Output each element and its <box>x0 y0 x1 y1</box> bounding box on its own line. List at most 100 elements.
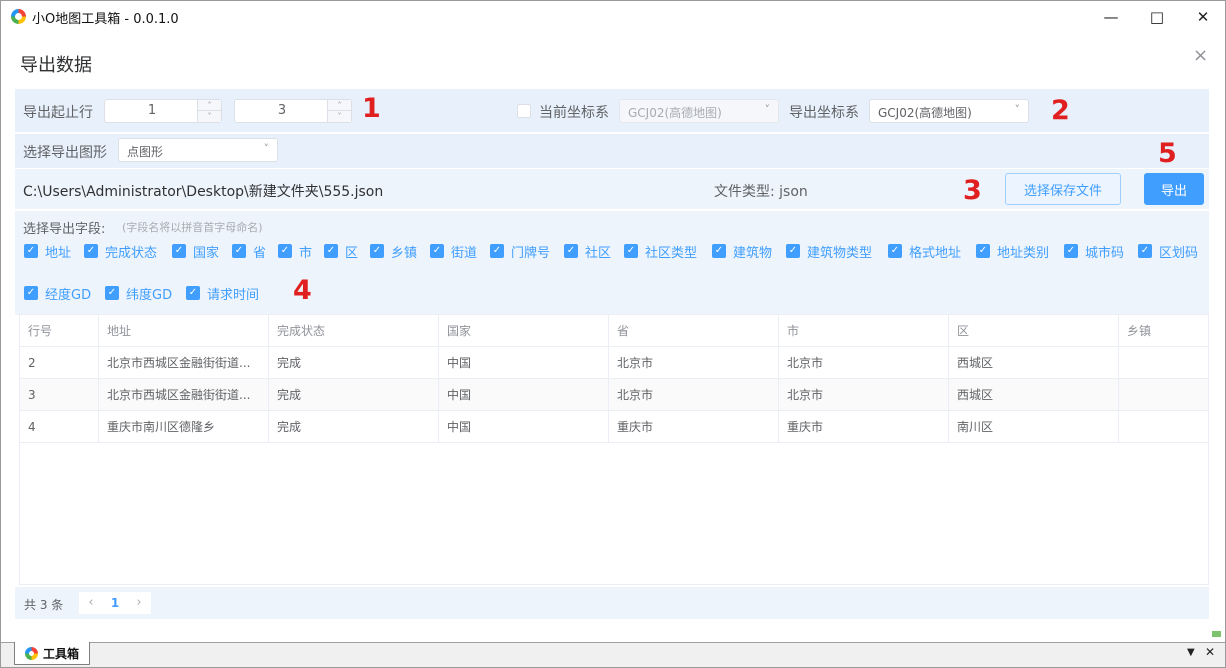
col-header-town[interactable]: 乡镇 <box>1119 315 1208 347</box>
table-row[interactable]: 4 重庆市南川区德隆乡 完成 中国 重庆市 重庆市 南川区 <box>20 411 1208 443</box>
maximize-button[interactable]: □ <box>1134 1 1180 32</box>
next-page-icon[interactable]: › <box>127 592 151 614</box>
field-label: 请求时间 <box>207 287 260 303</box>
table-cell: 中国 <box>439 347 609 379</box>
check-icon: ✓ <box>624 244 638 258</box>
export-button[interactable]: 导出 <box>1144 173 1204 205</box>
col-header-country[interactable]: 国家 <box>439 315 609 347</box>
choose-file-button[interactable]: 选择保存文件 <box>1005 173 1121 205</box>
field-checkbox-guojia[interactable]: ✓ 国家 <box>172 242 220 261</box>
field-checkbox-jiedao[interactable]: ✓ 街道 <box>430 242 477 261</box>
field-checkbox-chengshima[interactable]: ✓ 城市码 <box>1064 242 1124 261</box>
export-coord-select[interactable]: GCJ02(高德地图) ˅ <box>869 99 1029 123</box>
chevron-down-icon[interactable]: ˅ <box>198 111 221 122</box>
field-checkbox-shi[interactable]: ✓ 市 <box>278 242 312 261</box>
field-label: 社区 <box>585 245 612 261</box>
table-cell: 北京市 <box>609 379 779 411</box>
total-count: 共 3 条 <box>24 598 64 612</box>
bottom-tab-bar: 工具箱 ▼ ✕ <box>1 642 1225 667</box>
app-logo-icon <box>25 646 38 660</box>
col-header-city[interactable]: 市 <box>779 315 949 347</box>
table-cell: 北京市 <box>609 347 779 379</box>
export-coord-label: 导出坐标系 <box>789 105 859 121</box>
end-row-input[interactable]: 3 ˄ ˅ <box>234 99 352 123</box>
field-checkbox-menpaihao[interactable]: ✓ 门牌号 <box>490 242 551 261</box>
table-cell: 北京市西城区金融街街道... <box>99 379 269 411</box>
chevron-down-icon: ˅ <box>764 103 771 116</box>
table-row[interactable]: 3 北京市西城区金融街街道... 完成 中国 北京市 北京市 西城区 <box>20 379 1208 411</box>
col-header-province[interactable]: 省 <box>609 315 779 347</box>
field-label: 经度GD <box>45 287 92 303</box>
field-checkbox-jingdu[interactable]: ✓ 经度GD <box>24 284 92 303</box>
field-checkbox-jianzhuwu[interactable]: ✓ 建筑物 <box>712 242 773 261</box>
table-header: 行号 地址 完成状态 国家 省 市 区 乡镇 <box>20 315 1208 347</box>
field-label: 建筑物类型 <box>807 245 873 261</box>
table-cell: 完成 <box>269 347 439 379</box>
marker-2: 2 <box>1051 95 1070 126</box>
minimize-button[interactable]: — <box>1088 1 1134 32</box>
current-coord-label: 当前坐标系 <box>539 105 609 121</box>
field-checkbox-shequleixing[interactable]: ✓ 社区类型 <box>624 242 698 261</box>
check-icon: ✓ <box>24 244 38 258</box>
check-icon: ✓ <box>1138 244 1152 258</box>
current-coord-checkbox[interactable] <box>517 104 531 118</box>
marker-5: 5 <box>1158 138 1177 169</box>
chevron-down-icon[interactable]: ˅ <box>328 111 351 122</box>
field-label: 区 <box>345 245 359 261</box>
field-checkbox-qu[interactable]: ✓ 区 <box>324 242 359 261</box>
field-checkbox-qingqiushijian[interactable]: ✓ 请求时间 <box>186 284 260 303</box>
chevron-up-icon[interactable]: ˄ <box>328 100 351 111</box>
table-cell: 2 <box>20 347 99 379</box>
tab-toolbox[interactable]: 工具箱 <box>14 642 90 665</box>
field-checkbox-sheng[interactable]: ✓ 省 <box>232 242 266 261</box>
chevron-down-icon: ˅ <box>1014 103 1021 116</box>
pagination: 共 3 条 ‹ 1 › <box>15 587 1209 619</box>
tab-close-icon[interactable]: ✕ <box>1205 645 1215 659</box>
dialog-title: 导出数据 <box>20 55 92 76</box>
table-cell: 中国 <box>439 379 609 411</box>
field-label: 地址类别 <box>997 245 1050 261</box>
current-page[interactable]: 1 <box>103 592 127 614</box>
field-checkbox-jianzhuwuleixing[interactable]: ✓ 建筑物类型 <box>786 242 873 261</box>
app-window: 小O地图工具箱 - 0.0.1.0 — □ ✕ 导出数据 × 导出起止行 1 ˄… <box>0 0 1226 668</box>
field-checkbox-xiangzhen[interactable]: ✓ 乡镇 <box>370 242 417 261</box>
tab-list-dropdown-icon[interactable]: ▼ <box>1187 647 1195 658</box>
field-label: 门牌号 <box>511 245 551 261</box>
table-cell: 4 <box>20 411 99 443</box>
field-label: 格式地址 <box>909 245 962 261</box>
col-header-address[interactable]: 地址 <box>99 315 269 347</box>
check-icon: ✓ <box>84 244 98 258</box>
end-row-stepper[interactable]: ˄ ˅ <box>327 100 351 122</box>
dialog-close-icon[interactable]: × <box>1193 45 1208 66</box>
col-header-status[interactable]: 完成状态 <box>269 315 439 347</box>
check-icon: ✓ <box>430 244 444 258</box>
close-window-button[interactable]: ✕ <box>1180 1 1226 32</box>
table-cell: 重庆市南川区德隆乡 <box>99 411 269 443</box>
field-checkbox-dizhileibie[interactable]: ✓ 地址类别 <box>976 242 1050 261</box>
field-checkbox-weidu[interactable]: ✓ 纬度GD <box>105 284 172 303</box>
current-coord-value: GCJ02(高德地图) <box>628 106 722 120</box>
title-bar: 小O地图工具箱 - 0.0.1.0 — □ ✕ <box>1 1 1225 32</box>
field-checkbox-wanchengzhuangtai[interactable]: ✓ 完成状态 <box>84 242 157 261</box>
start-row-input[interactable]: 1 ˄ ˅ <box>104 99 222 123</box>
check-icon: ✓ <box>232 244 246 258</box>
file-type: 文件类型: json <box>714 184 808 200</box>
field-checkbox-dizhi[interactable]: ✓ 地址 <box>24 242 71 261</box>
start-row-stepper[interactable]: ˄ ˅ <box>197 100 221 122</box>
col-header-rownum[interactable]: 行号 <box>20 315 99 347</box>
prev-page-icon[interactable]: ‹ <box>79 592 103 614</box>
table-cell: 重庆市 <box>779 411 949 443</box>
field-label: 国家 <box>193 245 220 261</box>
field-checkbox-shequ[interactable]: ✓ 社区 <box>564 242 612 261</box>
table-row[interactable]: 2 北京市西城区金融街街道... 完成 中国 北京市 北京市 西城区 <box>20 347 1208 379</box>
field-label: 社区类型 <box>645 245 698 261</box>
field-label: 建筑物 <box>733 245 773 261</box>
field-label: 区划码 <box>1159 245 1199 261</box>
check-icon: ✓ <box>370 244 384 258</box>
chevron-up-icon[interactable]: ˄ <box>198 100 221 111</box>
shape-select[interactable]: 点图形 ˅ <box>118 138 278 162</box>
window-title: 小O地图工具箱 - 0.0.1.0 <box>32 12 179 27</box>
field-checkbox-quhuama[interactable]: ✓ 区划码 <box>1138 242 1199 261</box>
col-header-district[interactable]: 区 <box>949 315 1119 347</box>
field-checkbox-geshidizhi[interactable]: ✓ 格式地址 <box>888 242 962 261</box>
